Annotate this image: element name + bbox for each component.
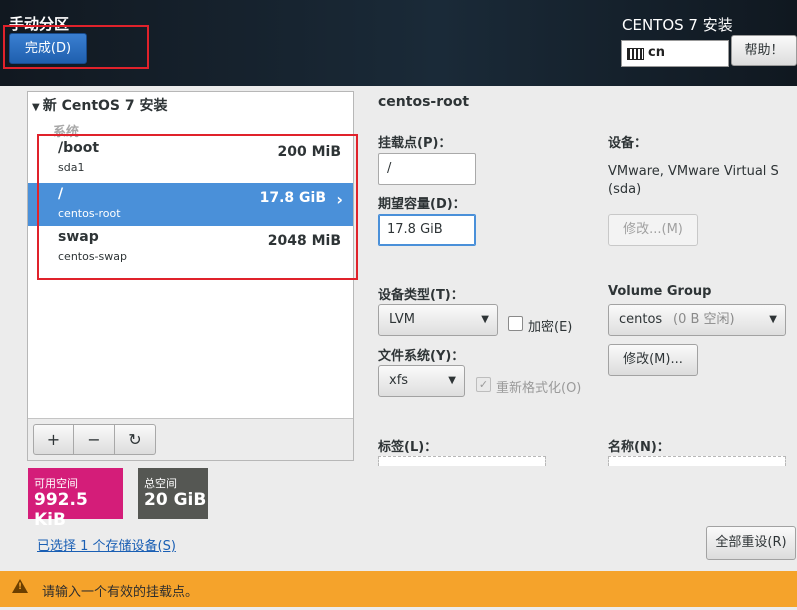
total-space-label: 总空间 <box>144 477 177 490</box>
mount-point-label: 挂载点(P)： <box>378 136 452 151</box>
desired-capacity-input[interactable]: 17.8 GiB <box>378 214 476 246</box>
total-space-value: 20 GiB <box>144 490 207 510</box>
highlight-box-mount-list <box>37 134 358 280</box>
name-input[interactable] <box>608 456 786 466</box>
mount-point-input[interactable]: / <box>378 153 476 185</box>
modify-device-button[interactable]: 修改...(M) <box>608 214 698 246</box>
warning-text: 请输入一个有效的挂载点。 <box>42 585 199 600</box>
reset-all-button[interactable]: 全部重设(R) <box>706 526 796 560</box>
device-value-name: VMware, VMware Virtual S <box>608 164 779 179</box>
add-mount-point-button[interactable]: + <box>33 424 74 455</box>
device-label: 设备： <box>608 136 648 151</box>
filesystem-label: 文件系统(Y)： <box>378 349 465 364</box>
encrypt-label: 加密(E) <box>528 320 573 335</box>
volume-group-value: centos <box>619 312 663 327</box>
desired-capacity-label: 期望容量(D)： <box>378 197 466 212</box>
available-space-box: 可用空间 992.5 KiB <box>28 468 123 530</box>
warning-bar[interactable]: ! 请输入一个有效的挂载点。 <box>0 571 797 607</box>
selected-storage-link[interactable]: 已选择 1 个存储设备(S) <box>37 535 176 554</box>
refresh-icon[interactable]: ↻ <box>115 424 156 455</box>
installation-title: 新 CentOS 7 安装 <box>42 98 168 114</box>
tag-input[interactable] <box>378 456 546 466</box>
warning-icon-mark: ! <box>18 582 23 592</box>
reformat-checkbox[interactable]: ✓ <box>476 377 491 392</box>
product-title: CENTOS 7 安装 <box>622 16 733 34</box>
installation-tree-header[interactable]: ▼ 新 CentOS 7 安装 <box>32 95 167 115</box>
detail-title: centos-root <box>378 94 470 110</box>
available-space-value: 992.5 KiB <box>34 490 88 530</box>
dropdown-arrow-icon: ▼ <box>448 375 456 386</box>
device-type-value: LVM <box>389 312 415 327</box>
encrypt-checkbox[interactable] <box>508 316 523 331</box>
highlight-box-done <box>3 25 149 69</box>
dropdown-arrow-icon: ▼ <box>769 314 777 325</box>
volume-group-select[interactable]: centos (0 B 空闲) ▼ <box>608 304 786 336</box>
filesystem-select[interactable]: xfs ▼ <box>378 365 465 397</box>
help-button[interactable]: 帮助！ <box>731 35 797 66</box>
volume-group-label: Volume Group <box>608 284 712 299</box>
device-value-id: (sda) <box>608 182 642 197</box>
keyboard-layout-label: cn <box>648 45 665 60</box>
available-space-label: 可用空间 <box>34 477 78 490</box>
name-label: 名称(N)： <box>608 440 670 455</box>
mount-point-toolbar: + − ↻ <box>28 418 353 460</box>
expander-down-icon: ▼ <box>32 102 40 113</box>
dropdown-arrow-icon: ▼ <box>481 314 489 325</box>
total-space-box: 总空间 20 GiB <box>138 468 208 519</box>
volume-group-free: (0 B 空闲) <box>673 312 735 327</box>
reformat-label: 重新格式化(O) <box>496 381 582 396</box>
tag-label: 标签(L)： <box>378 440 438 455</box>
device-type-label: 设备类型(T)： <box>378 288 464 303</box>
remove-mount-point-button[interactable]: − <box>74 424 115 455</box>
filesystem-value: xfs <box>389 373 409 388</box>
modify-volume-group-button[interactable]: 修改(M)... <box>608 344 698 376</box>
keyboard-icon <box>627 48 644 60</box>
keyboard-layout-indicator[interactable]: cn <box>621 40 729 67</box>
device-type-select[interactable]: LVM ▼ <box>378 304 498 336</box>
